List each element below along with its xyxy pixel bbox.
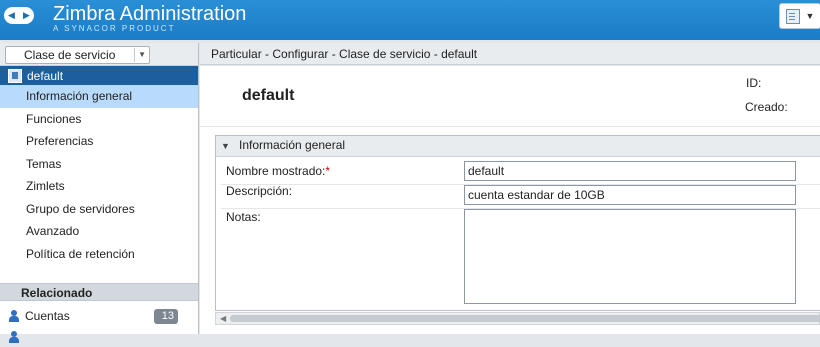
forward-arrow-icon[interactable]: ▶	[23, 7, 30, 24]
created-label: Creado:	[745, 100, 788, 114]
user-icon	[9, 331, 19, 343]
sidebar-item-preferencias[interactable]: Preferencias	[0, 130, 198, 153]
divider	[200, 126, 820, 127]
breadcrumb: Particular - Configurar - Clase de servi…	[200, 43, 820, 65]
sidebar-item-grupo-servidores[interactable]: Grupo de servidores	[0, 198, 198, 221]
section-title: Información general	[239, 138, 346, 152]
sidebar-nav: Información general Funciones Preferenci…	[0, 85, 198, 265]
display-name-row: Nombre mostrado:*	[221, 160, 820, 185]
sidebar-item-zimlets[interactable]: Zimlets	[0, 175, 198, 198]
related-heading: Relacionado	[0, 283, 198, 301]
app-subtitle: A SYNACOR PRODUCT	[53, 24, 176, 33]
collapse-triangle-icon[interactable]: ▼	[221, 137, 233, 155]
select-divider	[134, 48, 135, 62]
description-row: Descripción:	[221, 184, 820, 209]
chevron-down-icon[interactable]: ▼	[138, 47, 146, 63]
history-nav[interactable]: ◀ ▶	[4, 7, 34, 24]
page-title: default	[242, 87, 295, 104]
horizontal-scrollbar[interactable]: ◀	[215, 312, 820, 325]
display-name-field[interactable]	[464, 161, 796, 181]
user-icon	[9, 310, 19, 322]
sidebar-item-temas[interactable]: Temas	[0, 153, 198, 176]
class-of-service-icon	[8, 68, 22, 83]
description-label: Descripción:	[226, 184, 293, 198]
sidebar-item-avanzado[interactable]: Avanzado	[0, 220, 198, 243]
section-select[interactable]: Clase de servicio ▼	[5, 46, 150, 64]
back-arrow-icon[interactable]: ◀	[8, 7, 15, 24]
general-info-section: ▼ Información general Nombre mostrado:* D…	[215, 135, 820, 311]
tree-item-label: default	[27, 68, 64, 83]
count-badge: 13	[154, 308, 178, 324]
related-item-cuentas[interactable]: Cuentas 13	[0, 306, 198, 326]
sidebar: Clase de servicio ▼ default Información …	[0, 43, 199, 343]
app-header: ◀ ▶ Zimbra Administration A SYNACOR PROD…	[0, 0, 820, 40]
user-doc-icon	[785, 8, 800, 24]
notes-row: Notas:	[221, 208, 820, 308]
sidebar-toolbar: Clase de servicio ▼	[0, 43, 198, 66]
required-marker: *	[325, 164, 331, 178]
user-menu-button[interactable]: ▼	[779, 3, 820, 29]
sidebar-item-informacion-general[interactable]: Información general	[0, 85, 198, 108]
related-item-label: Cuentas	[25, 309, 70, 323]
section-select-label: Clase de servicio	[24, 48, 116, 62]
sidebar-item-funciones[interactable]: Funciones	[0, 108, 198, 131]
chevron-down-icon: ▼	[805, 11, 815, 21]
id-label: ID:	[746, 76, 762, 90]
sidebar-item-politica-retencion[interactable]: Política de retención	[0, 243, 198, 266]
tree-item-default[interactable]: default	[0, 66, 198, 85]
notes-label: Notas:	[226, 210, 261, 224]
related-item-partial	[0, 327, 198, 347]
scroll-left-icon[interactable]: ◀	[220, 313, 226, 324]
scrollbar-thumb[interactable]	[230, 315, 820, 322]
description-field[interactable]	[464, 185, 796, 205]
display-name-label: Nombre mostrado:	[226, 164, 326, 178]
notes-field[interactable]	[464, 209, 796, 304]
content-pane: default ID: Creado: ▼ Información general…	[200, 66, 820, 334]
app-title: Zimbra Administration	[53, 3, 247, 25]
section-header[interactable]: ▼ Información general	[216, 136, 820, 157]
